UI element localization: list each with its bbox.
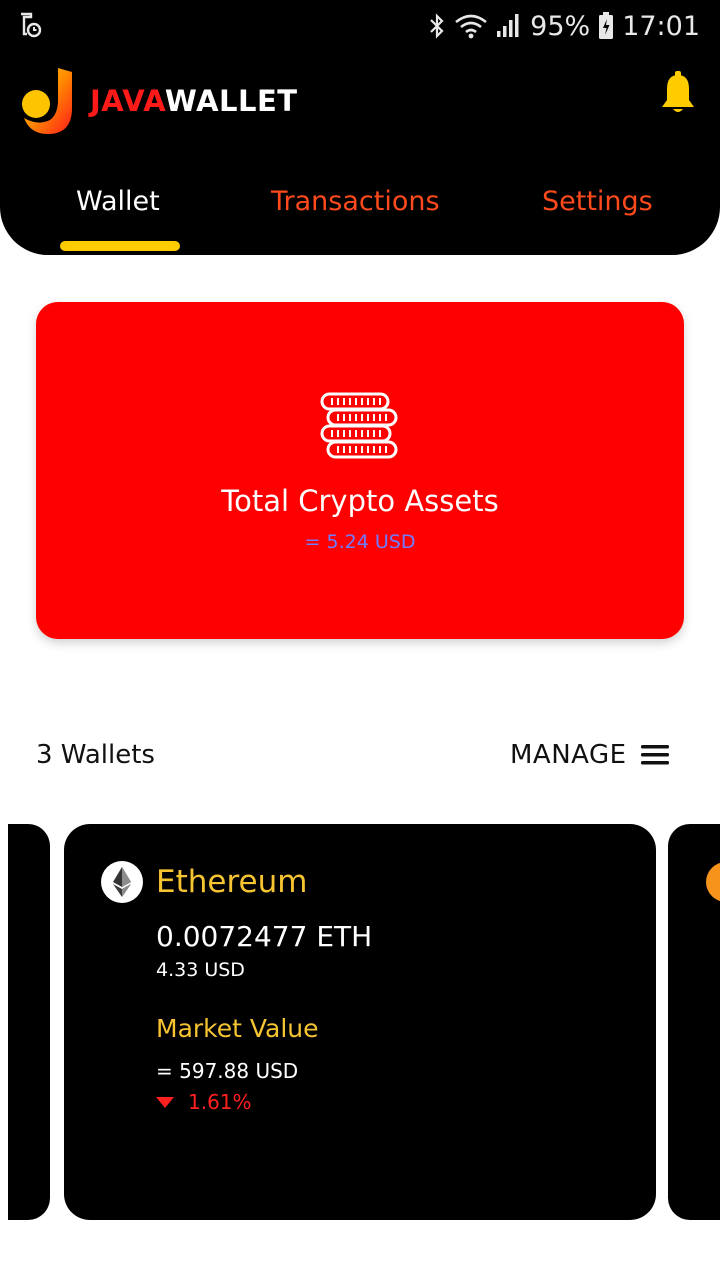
coin-name: Ethereum: [156, 864, 308, 900]
coin-balance-usd: 4.33 USD: [156, 959, 245, 981]
bluetooth-icon: [430, 13, 444, 39]
logo-text-wallet: WALLET: [164, 84, 298, 118]
battery-percent: 95%: [530, 10, 591, 42]
wallet-card-ethereum[interactable]: Ethereum 0.0072477 ETH 4.33 USD Market V…: [64, 824, 656, 1220]
ethereum-icon: [101, 861, 143, 903]
assets-total-value: = 5.24 USD: [304, 531, 416, 553]
next-coin-icon: [706, 862, 720, 902]
logo-icon: [22, 68, 72, 134]
status-time: 17:01: [622, 10, 700, 42]
status-indicators: 95% 17:01: [428, 8, 700, 44]
menu-icon: [640, 745, 669, 765]
wifi-icon: [455, 14, 487, 39]
manage-button[interactable]: MANAGE: [510, 740, 669, 770]
coin-balance: 0.0072477 ETH: [156, 920, 373, 953]
status-bar: 95% 17:01: [0, 0, 720, 52]
tab-transactions[interactable]: Transactions: [271, 186, 440, 217]
assets-title: Total Crypto Assets: [221, 484, 499, 518]
logo-text: JAVAWALLET: [90, 84, 298, 118]
app-notification-icon: [21, 12, 42, 38]
wallet-count: 3 Wallets: [36, 740, 155, 770]
market-value-label: Market Value: [156, 1014, 319, 1043]
tab-settings[interactable]: Settings: [542, 186, 653, 217]
tab-wallet[interactable]: Wallet: [76, 186, 160, 217]
price-change: 1.61%: [156, 1090, 252, 1114]
battery-icon: [599, 12, 614, 39]
price-change-value: 1.61%: [188, 1090, 252, 1114]
wallet-card-next[interactable]: [668, 824, 720, 1220]
signal-icon: [497, 14, 519, 37]
coins-icon: [320, 392, 398, 459]
down-arrow-icon: [156, 1096, 174, 1108]
logo-text-java: JAVA: [90, 84, 165, 118]
total-assets-card[interactable]: Total Crypto Assets = 5.24 USD: [36, 302, 684, 639]
wallet-card-previous[interactable]: [8, 824, 50, 1220]
bell-icon[interactable]: [660, 70, 696, 116]
active-tab-indicator: [60, 241, 180, 251]
nav-tabs: Wallet Transactions Settings: [0, 180, 720, 251]
market-value: = 597.88 USD: [156, 1059, 299, 1083]
manage-label: MANAGE: [510, 740, 627, 770]
